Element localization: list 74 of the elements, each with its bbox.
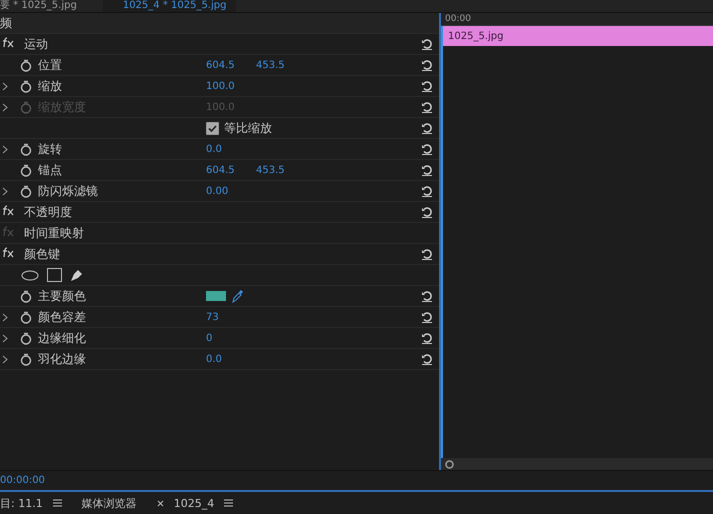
reset-icon[interactable] <box>421 122 433 134</box>
property-value[interactable]: 604.5 <box>206 164 256 176</box>
section-header: 频 <box>0 14 12 32</box>
menu-icon[interactable] <box>52 499 62 507</box>
pen-icon[interactable] <box>70 268 83 282</box>
checkbox-label: 等比缩放 <box>224 120 272 136</box>
reset-icon[interactable] <box>421 206 433 218</box>
property-value[interactable]: 0.0 <box>206 354 256 364</box>
reset-icon[interactable] <box>421 332 433 344</box>
property-value[interactable]: 453.5 <box>256 164 306 176</box>
ellipse-mask-icon[interactable] <box>21 270 39 280</box>
clip[interactable]: 1025_5.jpg <box>441 26 713 46</box>
reset-icon[interactable] <box>421 59 433 71</box>
current-time[interactable]: 00:00:00 <box>0 475 45 486</box>
stopwatch-icon[interactable] <box>20 164 32 176</box>
property-name: 主要颜色 <box>38 288 86 304</box>
chevron-icon[interactable] <box>2 186 8 196</box>
property-name: 缩放 <box>38 78 62 94</box>
chevron-icon[interactable] <box>2 82 8 90</box>
property-name: 旋转 <box>38 140 62 158</box>
property-value[interactable]: 453.5 <box>256 60 306 70</box>
property-value[interactable]: 0.0 <box>206 144 256 154</box>
stopwatch-icon[interactable] <box>20 80 32 92</box>
chevron-icon[interactable] <box>2 312 8 322</box>
effect-name: 运动 <box>24 36 48 52</box>
effect-name: 不透明度 <box>24 204 72 220</box>
stopwatch-icon[interactable] <box>20 142 32 156</box>
property-name: 位置 <box>38 56 62 74</box>
reset-icon[interactable] <box>421 143 433 155</box>
property-name: 边缘细化 <box>38 330 86 346</box>
reset-icon[interactable] <box>421 38 433 50</box>
scroll-handle-icon[interactable] <box>445 460 454 468</box>
stopwatch-icon[interactable] <box>20 332 32 344</box>
stopwatch-icon[interactable] <box>20 352 32 366</box>
property-name: 羽化边缘 <box>38 350 86 368</box>
menu-icon[interactable] <box>224 499 234 507</box>
reset-icon[interactable] <box>421 185 433 197</box>
stopwatch-icon[interactable] <box>20 184 32 198</box>
effect-name: 时间重映射 <box>24 224 84 242</box>
chevron-icon[interactable] <box>2 144 8 154</box>
reset-icon[interactable] <box>421 164 433 176</box>
property-value[interactable]: 604.5 <box>206 60 256 70</box>
chevron-icon[interactable] <box>2 334 8 342</box>
checkbox[interactable] <box>206 122 219 134</box>
property-value[interactable]: 100.0 <box>206 80 256 92</box>
panel-tab[interactable]: 媒体浏览器 <box>82 496 149 510</box>
property-name: 缩放宽度 <box>38 98 86 116</box>
property-value[interactable]: 73 <box>206 312 256 322</box>
effect-toggle-icon[interactable] <box>2 226 14 237</box>
reset-icon[interactable] <box>421 311 433 323</box>
chevron-icon[interactable] <box>2 354 8 364</box>
reset-icon[interactable] <box>421 290 433 302</box>
reset-icon[interactable] <box>421 80 433 92</box>
color-swatch[interactable] <box>206 291 226 301</box>
close-icon[interactable] <box>156 500 164 506</box>
property-name: 颜色容差 <box>38 308 86 326</box>
panel-tab[interactable]: 1025_4 <box>156 496 246 510</box>
sequence-tab[interactable]: 要 * 1025_5.jpg <box>0 0 87 12</box>
property-value: 100.0 <box>206 102 236 112</box>
stopwatch-icon[interactable] <box>20 290 32 302</box>
effect-name: 颜色键 <box>24 246 60 262</box>
property-value[interactable]: 0 <box>206 332 256 344</box>
property-name: 锚点 <box>38 162 62 178</box>
panel-tab[interactable]: 目: 11.1 <box>0 496 74 510</box>
sequence-tab[interactable]: 1025_4 * 1025_5.jpg <box>102 0 236 12</box>
rectangle-mask-icon[interactable] <box>47 268 62 282</box>
eyedropper-icon[interactable] <box>232 289 244 303</box>
time-ruler[interactable]: 00:00 <box>441 13 713 26</box>
stopwatch-icon[interactable] <box>20 310 32 324</box>
stopwatch-icon[interactable] <box>20 58 32 72</box>
property-value[interactable]: 0.00 <box>206 186 256 196</box>
reset-icon[interactable] <box>421 353 433 365</box>
property-name: 防闪烁滤镜 <box>38 182 98 200</box>
reset-icon[interactable] <box>421 248 433 260</box>
